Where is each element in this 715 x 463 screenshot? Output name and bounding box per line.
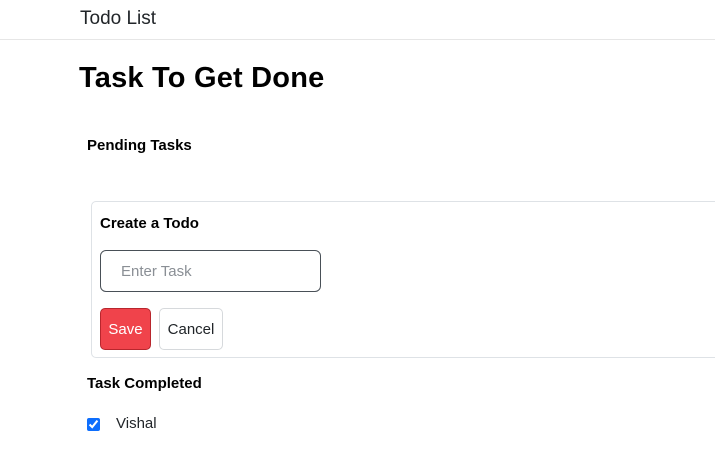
- completed-task-label: Vishal: [116, 415, 157, 432]
- page-title: Task To Get Done: [79, 62, 325, 94]
- task-completed-heading: Task Completed: [87, 375, 202, 392]
- navbar-brand[interactable]: Todo List: [80, 8, 156, 30]
- save-button[interactable]: Save: [100, 308, 151, 350]
- cancel-button[interactable]: Cancel: [159, 308, 223, 350]
- create-todo-heading: Create a Todo: [100, 215, 199, 232]
- task-input[interactable]: [100, 250, 321, 292]
- create-todo-card: Create a Todo Save Cancel: [91, 201, 715, 358]
- completed-task-checkbox[interactable]: [87, 418, 100, 431]
- pending-tasks-heading: Pending Tasks: [87, 137, 192, 154]
- navbar: Todo List: [0, 0, 715, 40]
